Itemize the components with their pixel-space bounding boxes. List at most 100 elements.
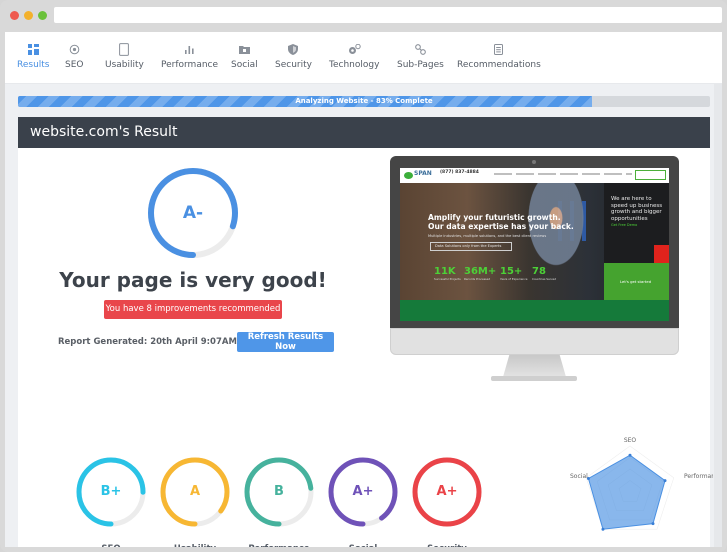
site-footer-band — [400, 300, 669, 321]
shield-icon — [286, 42, 300, 56]
hero-subline: Multiple industries, multiple solutions,… — [428, 234, 547, 238]
hero-headline-line2: Our data expertise has your back. — [428, 222, 574, 231]
site-logo: SPAN — [414, 170, 432, 177]
title-bar — [0, 0, 727, 32]
camera-dot — [532, 160, 536, 164]
monitor-bezel: SPAN (877) 837-4884 Amplify your futuris… — [390, 156, 679, 328]
result-title: website.com's Result — [30, 124, 178, 140]
nav-tab-recommendations[interactable]: Recommendations — [457, 42, 541, 70]
close-window-button[interactable] — [10, 11, 19, 20]
site-phone: (877) 837-4884 — [440, 170, 479, 175]
nav-tab-seo[interactable]: SEO — [65, 42, 83, 70]
website-screenshot: SPAN (877) 837-4884 Amplify your futuris… — [400, 168, 669, 321]
radar-point — [651, 522, 655, 526]
gears-icon — [347, 42, 361, 56]
nav-tab-results[interactable]: Results — [17, 42, 50, 70]
radar-chart: SEOPerformanceMobile & UISecuritySocial — [570, 437, 713, 531]
nav-tab-label: Performance — [161, 60, 219, 70]
radar-point — [663, 479, 667, 483]
stat-value: 11K — [434, 266, 456, 277]
address-bar[interactable] — [54, 7, 722, 23]
subgrade-letter: B — [274, 484, 284, 499]
site-stat: 78 Countries Served — [532, 266, 560, 282]
subgrade-letter: A+ — [352, 484, 374, 499]
result-header: website.com's Result — [18, 117, 710, 148]
result-headline: Your page is very good! — [59, 268, 327, 292]
site-menu — [494, 173, 632, 175]
maximize-window-button[interactable] — [38, 11, 47, 20]
hero-photo — [508, 183, 604, 300]
analysis-progress-bar: Analyzing Website - 83% Complete — [18, 96, 710, 107]
clipboard-icon — [492, 42, 506, 56]
stat-value: 36M+ — [464, 266, 497, 277]
subgrade-label: Security — [397, 544, 497, 547]
nav-tab-label: Social — [231, 60, 258, 70]
improvements-badge[interactable]: You have 8 improvements recommended — [104, 300, 282, 319]
site-cta-button — [635, 170, 666, 180]
stat-label: Successful Projects — [434, 277, 461, 281]
page-scrollbar[interactable] — [714, 84, 722, 547]
report-generated-text: Report Generated: 20th April 9:07AM UTC — [58, 337, 259, 347]
nav-tab-label: SEO — [65, 60, 84, 70]
radar-label: Social — [570, 473, 588, 480]
target-icon — [67, 42, 81, 56]
stat-label: Records Processed — [464, 277, 491, 281]
tablet-icon — [117, 42, 131, 56]
browser-window: Results SEO Usability Performance Social Secu… — [0, 0, 727, 552]
monitor-base — [491, 376, 577, 381]
stat-label: Countries Served — [532, 277, 557, 281]
nav-tab-label: Usability — [105, 60, 144, 70]
side-link: Get Free Demo — [611, 223, 638, 227]
radar-point — [601, 527, 605, 531]
refresh-results-button[interactable]: Refresh Results Now — [237, 332, 334, 352]
stat-value: 15+ — [500, 266, 523, 277]
bar-chart-icon — [183, 42, 197, 56]
monitor-stand — [503, 355, 566, 377]
site-stat: 15+ Years of Experience — [500, 266, 528, 282]
site-stat: 11K Successful Projects — [434, 266, 462, 282]
nav-tab-label: Results — [17, 60, 50, 70]
site-green-cta: Let's get started — [604, 263, 669, 300]
site-logo-icon — [404, 172, 413, 179]
subgrade-letter: A — [189, 484, 201, 499]
subgrade-letter: B+ — [100, 484, 122, 499]
nav-tab-label: Recommendations — [457, 60, 541, 70]
results-nav: Results SEO Usability Performance Social Secu… — [5, 32, 722, 84]
side-text: We are here to speed up business growth … — [611, 196, 663, 222]
nav-tab-label: Security — [275, 60, 312, 70]
nav-tab-sub-pages[interactable]: Sub-Pages — [397, 42, 444, 70]
overall-grade: A- — [182, 203, 204, 223]
subgrade-social[interactable]: A+Social — [327, 456, 399, 547]
monitor-chin — [390, 328, 679, 355]
page-viewport: Results SEO Usability Performance Social Secu… — [5, 32, 722, 547]
stat-value: 78 — [532, 266, 546, 277]
radar-label: Performance — [684, 473, 713, 480]
radar-area — [587, 454, 666, 530]
nav-tab-social[interactable]: Social — [231, 42, 258, 70]
nav-tab-technology[interactable]: Technology — [329, 42, 379, 70]
subgrade-seo[interactable]: B+SEO — [75, 456, 147, 547]
radar-label: SEO — [624, 437, 637, 444]
site-header: SPAN (877) 837-4884 — [400, 168, 669, 183]
nav-tab-security[interactable]: Security — [275, 42, 312, 70]
radar-point — [628, 453, 632, 457]
nav-tab-label: Technology — [329, 60, 380, 70]
subgrade-performance[interactable]: BPerformance — [243, 456, 315, 547]
progress-label: Analyzing Website - 83% Complete — [295, 97, 433, 105]
hero-button: Data Solutions only from the Experts — [430, 242, 512, 251]
stat-label: Years of Experience — [500, 277, 528, 281]
site-stat: 36M+ Records Processed — [464, 266, 497, 282]
hero-headline: Amplify your futuristic growth. Our data… — [428, 213, 578, 231]
minimize-window-button[interactable] — [24, 11, 33, 20]
hero-headline-line1: Amplify your futuristic growth. — [428, 213, 561, 222]
folder-icon — [237, 42, 251, 56]
nav-tab-performance[interactable]: Performance — [161, 42, 218, 70]
subgrade-security[interactable]: A+Security — [411, 456, 483, 547]
link-icon — [413, 42, 427, 56]
subgrade-usability[interactable]: AUsability — [159, 456, 231, 547]
grid-icon — [26, 42, 40, 56]
nav-tab-usability[interactable]: Usability — [105, 42, 144, 70]
green-cta-text: Let's get started — [620, 279, 652, 284]
nav-tab-label: Sub-Pages — [397, 60, 444, 70]
website-preview-monitor: SPAN (877) 837-4884 Amplify your futuris… — [390, 156, 680, 384]
